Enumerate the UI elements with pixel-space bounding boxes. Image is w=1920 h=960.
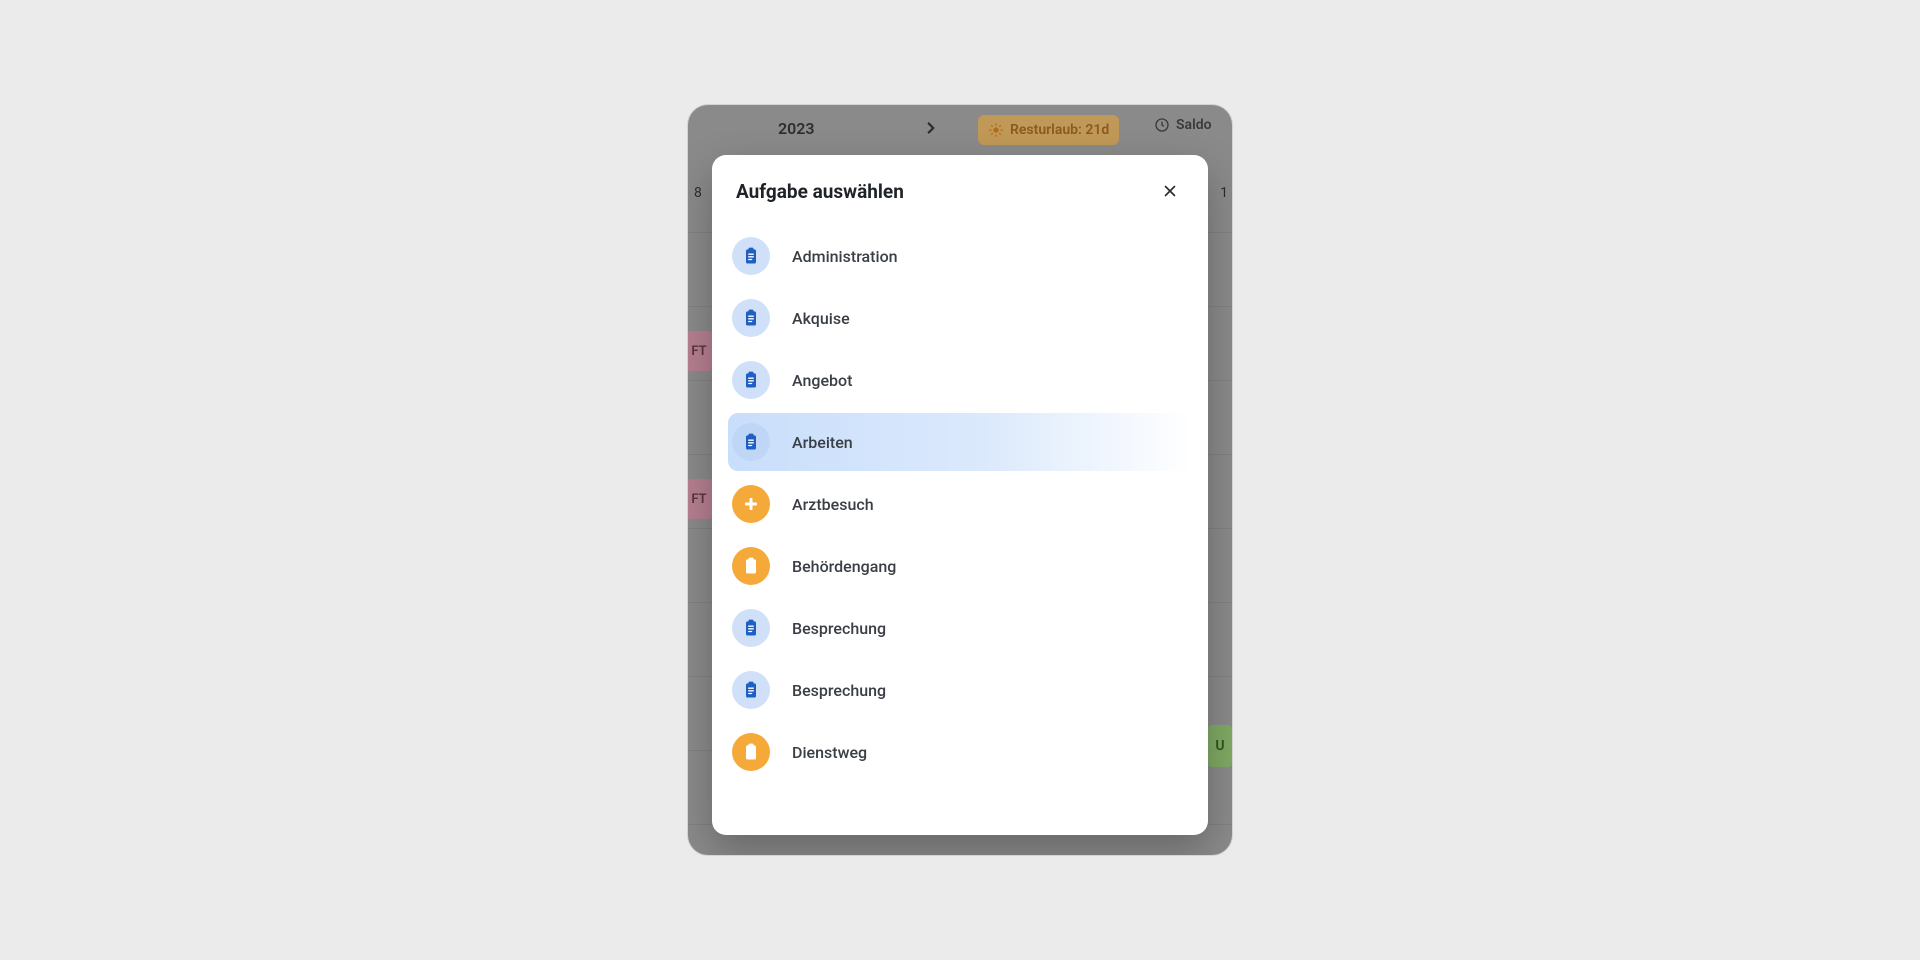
day-cell-right: 1 <box>1220 185 1228 201</box>
clock-icon <box>1154 117 1170 133</box>
task-label: Arbeiten <box>792 433 853 452</box>
vacation-badge-label: Resturlaub: 21d <box>1010 122 1109 138</box>
task-row[interactable]: Akquise <box>728 289 1192 347</box>
holiday-badge: FT <box>688 479 712 519</box>
task-row[interactable]: Angebot <box>728 351 1192 409</box>
task-label: Besprechung <box>792 619 886 638</box>
task-row[interactable]: Arbeiten <box>728 413 1192 471</box>
day-cell-left: 8 <box>694 185 702 201</box>
task-label: Dienstweg <box>792 743 867 762</box>
clipboard-icon <box>732 299 770 337</box>
clipboard-icon <box>732 733 770 771</box>
task-row[interactable]: Arztbesuch <box>728 475 1192 533</box>
saldo-badge: Saldo <box>1154 117 1212 133</box>
task-label: Administration <box>792 247 898 266</box>
vacation-badge: Resturlaub: 21d <box>978 115 1119 145</box>
task-label: Besprechung <box>792 681 886 700</box>
task-row[interactable]: Besprechung <box>728 661 1192 719</box>
modal-title: Aufgabe auswählen <box>736 180 904 203</box>
app-background: 2023 Resturlaub: 21d Saldo 8 1 FT FT U A… <box>688 105 1232 855</box>
modal-header: Aufgabe auswählen <box>712 155 1208 213</box>
medical-plus-icon <box>732 485 770 523</box>
task-list-container: Administration Akquise Angebot Arbeiten Arzt… <box>712 213 1208 835</box>
clipboard-icon <box>732 609 770 647</box>
chevron-right-icon[interactable] <box>920 117 942 139</box>
task-row[interactable]: Dienstweg <box>728 723 1192 781</box>
task-label: Arztbesuch <box>792 495 874 514</box>
task-row[interactable]: Behördengang <box>728 537 1192 595</box>
clipboard-icon <box>732 423 770 461</box>
clipboard-icon <box>732 237 770 275</box>
vacation-day-badge: U <box>1208 725 1232 767</box>
task-picker-modal: Aufgabe auswählen AdministrationAkquiseA… <box>712 155 1208 835</box>
holiday-badge: FT <box>688 331 712 371</box>
close-button[interactable] <box>1156 177 1184 205</box>
close-icon <box>1161 182 1179 200</box>
task-row[interactable]: Administration <box>728 227 1192 285</box>
task-label: Angebot <box>792 371 852 390</box>
saldo-badge-label: Saldo <box>1176 117 1212 133</box>
clipboard-icon <box>732 671 770 709</box>
task-label: Akquise <box>792 309 850 328</box>
clipboard-icon <box>732 361 770 399</box>
clipboard-icon <box>732 547 770 585</box>
task-list[interactable]: Administration Akquise Angebot Arbeiten Arzt… <box>716 219 1198 829</box>
task-label: Behördengang <box>792 557 896 576</box>
list-overflow-filler <box>728 785 1192 829</box>
year-label: 2023 <box>778 119 815 138</box>
calendar-header-bar: 2023 Resturlaub: 21d Saldo <box>688 105 1232 157</box>
sun-icon <box>988 122 1004 138</box>
task-row[interactable]: Besprechung <box>728 599 1192 657</box>
